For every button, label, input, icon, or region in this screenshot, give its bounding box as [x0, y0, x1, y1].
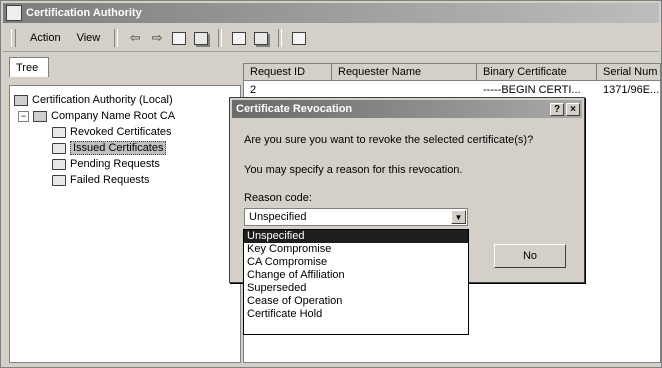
- folder-icon: [52, 174, 66, 186]
- cell-binary-certificate: -----BEGIN CERTI...: [483, 84, 581, 96]
- tree-item-label: Revoked Certificates: [70, 126, 172, 138]
- no-button[interactable]: No: [494, 244, 566, 268]
- forward-arrow-icon[interactable]: ⇨: [148, 29, 166, 47]
- menu-action[interactable]: Action: [22, 32, 69, 44]
- no-button-label: No: [522, 250, 538, 262]
- reason-code-select[interactable]: Unspecified ▼: [244, 208, 468, 226]
- tree-item-failed[interactable]: Failed Requests: [52, 172, 150, 188]
- tree-item-issued[interactable]: Issued Certificates: [52, 140, 167, 156]
- reason-code-label: Reason code:: [244, 192, 312, 204]
- window-title: Certification Authority: [26, 7, 142, 19]
- toolbar-separator: [218, 29, 223, 47]
- folder-icon: [52, 158, 66, 170]
- reason-option-superseded[interactable]: Superseded: [244, 282, 468, 295]
- tree-item-root[interactable]: Certification Authority (Local): [14, 92, 173, 108]
- ca-icon: [33, 110, 47, 122]
- close-icon[interactable]: ×: [566, 103, 580, 116]
- tree-pane: Certification Authority (Local) − Compan…: [9, 85, 241, 363]
- help-icon[interactable]: [290, 29, 308, 47]
- tree-item-ca[interactable]: − Company Name Root CA: [18, 108, 175, 124]
- menu-view[interactable]: View: [69, 32, 109, 44]
- cell-requester-name: [332, 82, 477, 98]
- reason-code-dropdown-list: Unspecified Key Compromise CA Compromise…: [243, 229, 469, 335]
- column-header-binary-certificate[interactable]: Binary Certificate: [477, 64, 597, 81]
- reason-option-certificate-hold[interactable]: Certificate Hold: [244, 308, 468, 321]
- refresh-icon[interactable]: [230, 29, 248, 47]
- tree-item-revoked[interactable]: Revoked Certificates: [52, 124, 172, 140]
- tree-item-label: Certification Authority (Local): [32, 94, 173, 106]
- collapse-icon[interactable]: −: [18, 110, 29, 122]
- cell-request-id: 2: [250, 84, 257, 96]
- reason-code-value: Unspecified: [249, 211, 307, 223]
- column-header-requester-name[interactable]: Requester Name: [332, 64, 477, 81]
- tree-item-label: Issued Certificates: [70, 141, 167, 155]
- up-folder-icon[interactable]: [170, 29, 188, 47]
- column-header-request-id[interactable]: Request ID: [244, 64, 332, 81]
- back-arrow-icon[interactable]: ⇦: [126, 29, 144, 47]
- toolbar-separator: [278, 29, 283, 47]
- certificate-authority-icon: [6, 5, 22, 21]
- dropdown-arrow-icon[interactable]: ▼: [451, 210, 466, 224]
- dialog-titlebar[interactable]: Certificate Revocation: [232, 100, 582, 118]
- help-question-icon[interactable]: ?: [550, 103, 564, 116]
- tree-item-label: Failed Requests: [70, 174, 150, 186]
- folder-icon: [52, 126, 66, 138]
- properties-icon[interactable]: [192, 29, 210, 47]
- tree-item-label: Company Name Root CA: [51, 110, 176, 122]
- folder-icon: [52, 142, 66, 154]
- computer-icon: [14, 94, 28, 106]
- dialog-title: Certificate Revocation: [236, 103, 353, 115]
- tree-item-label: Pending Requests: [70, 158, 160, 170]
- reason-option-change-of-affiliation[interactable]: Change of Affiliation: [244, 269, 468, 282]
- toolbar-separator: [114, 29, 119, 47]
- tab-tree-label: Tree: [16, 61, 39, 74]
- list-header: Request ID Requester Name Binary Certifi…: [244, 64, 660, 81]
- revoke-info-text: You may specify a reason for this revoca…: [244, 164, 463, 176]
- reason-option-ca-compromise[interactable]: CA Compromise: [244, 256, 468, 269]
- revoke-question-text: Are you sure you want to revoke the sele…: [244, 134, 534, 146]
- export-list-icon[interactable]: [252, 29, 270, 47]
- tree-item-pending[interactable]: Pending Requests: [52, 156, 160, 172]
- window-titlebar[interactable]: Certification Authority: [3, 3, 659, 23]
- table-row[interactable]: 2 -----BEGIN CERTI... 1371/96E...: [244, 82, 660, 98]
- column-header-serial-number[interactable]: Serial Num: [597, 64, 660, 81]
- mmc-window: Certification Authority Action View ⇦ ⇨ …: [0, 0, 662, 368]
- toolbar: Action View ⇦ ⇨: [3, 25, 659, 52]
- reason-option-unspecified[interactable]: Unspecified: [244, 230, 468, 243]
- tab-tree[interactable]: Tree: [9, 57, 49, 77]
- reason-option-key-compromise[interactable]: Key Compromise: [244, 243, 468, 256]
- toolbar-grip: [11, 29, 16, 47]
- cell-serial-number: 1371/96E...: [603, 84, 660, 96]
- reason-option-cease-of-operation[interactable]: Cease of Operation: [244, 295, 468, 308]
